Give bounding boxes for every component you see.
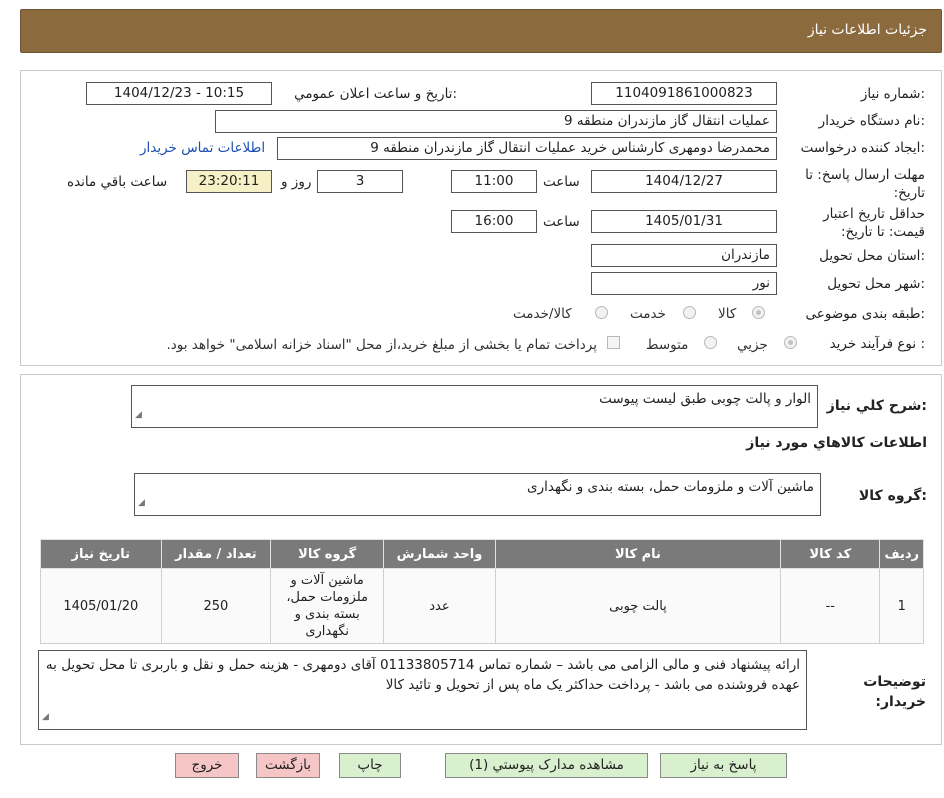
cell-name: پالت چوبی	[494, 568, 782, 644]
buyer-org-label: نام دستگاه خریدار:	[818, 113, 925, 129]
category-goods-service-option: کالا/خدمت	[513, 306, 572, 322]
category-service-radio[interactable]	[683, 306, 696, 319]
cell-qty: 250	[160, 568, 272, 644]
need-number-label: شماره نیاز:	[860, 86, 925, 102]
page-title: جزئیات اطلاعات نیاز	[807, 22, 927, 38]
category-goods-radio[interactable]	[752, 306, 765, 319]
table-row: 1 -- پالت چوبی عدد ماشین آلات و ملزومات …	[40, 568, 924, 644]
announce-datetime-label: تاریخ و ساعت اعلان عمومي:	[294, 86, 457, 102]
deadline-date-field: 1404/12/27	[591, 170, 777, 193]
time-remaining-label: ساعت باقي مانده	[67, 174, 168, 190]
col-qty-header: تعداد / مقدار	[160, 539, 272, 569]
exit-button[interactable]: خروج	[175, 753, 239, 778]
col-code-header: کد کالا	[780, 539, 881, 569]
goods-table: ردیف کد کالا نام کالا واحد شمارش گروه کا…	[40, 539, 924, 644]
request-creator-label: ایجاد کننده درخواست:	[800, 140, 925, 156]
announce-datetime-field: 1404/12/23 - 10:15	[86, 82, 272, 105]
process-medium-option: متوسط	[646, 337, 689, 353]
buyer-contact-link[interactable]: اطلاعات تماس خریدار	[140, 140, 265, 156]
time-remaining-field: 23:20:11	[186, 170, 272, 193]
buyer-notes-textarea: ارائه پیشنهاد فنی و مالی الزامی می باشد …	[38, 650, 807, 730]
category-goods-option: کالا	[718, 306, 737, 322]
process-medium-radio[interactable]	[704, 336, 717, 349]
delivery-province-label: استان محل تحویل:	[819, 248, 925, 264]
view-attachments-button[interactable]: مشاهده مدارک پیوستي (1)	[445, 753, 648, 778]
delivery-city-field: نور	[591, 272, 777, 295]
summary-textarea: الوار و پالت چوبی طبق لیست پیوست ◢	[131, 385, 818, 428]
cell-row: 1	[879, 568, 924, 644]
category-label: طبقه بندی موضوعی:	[805, 306, 925, 322]
days-remaining-field: 3	[317, 170, 403, 193]
resize-grip-icon[interactable]: ◢	[138, 494, 145, 513]
col-row-header: ردیف	[879, 539, 924, 569]
need-number-field: 1104091861000823	[591, 82, 777, 105]
price-validity-time-label: ساعت	[543, 214, 580, 230]
buyer-org-field: عملیات انتقال گاز مازندران منطقه 9	[215, 110, 777, 133]
treasury-payment-checkbox[interactable]	[607, 336, 620, 349]
col-date-header: تاریخ نیاز	[40, 539, 162, 569]
summary-text: الوار و پالت چوبی طبق لیست پیوست	[599, 391, 811, 407]
goods-info-title: اطلاعات کالاهاي مورد نیاز	[746, 435, 927, 451]
process-type-label: نوع فرآیند خرید :	[829, 336, 925, 352]
deadline-time-field: 11:00	[451, 170, 537, 193]
summary-label: شرح کلي نیاز:	[826, 398, 927, 414]
delivery-province-field: مازندران	[591, 244, 777, 267]
process-minor-radio[interactable]	[784, 336, 797, 349]
resize-grip-icon[interactable]: ◢	[135, 406, 142, 425]
cell-date: 1405/01/20	[40, 568, 162, 644]
goods-group-textarea: ماشین آلات و ملزومات حمل، بسته بندی و نگ…	[134, 473, 821, 516]
col-unit-header: واحد شمارش	[383, 539, 496, 569]
table-header-row: ردیف کد کالا نام کالا واحد شمارش گروه کا…	[40, 539, 924, 569]
delivery-city-label: شهر محل تحویل:	[827, 276, 925, 292]
category-goods-service-radio[interactable]	[595, 306, 608, 319]
cell-unit: عدد	[383, 568, 496, 644]
resize-grip-icon[interactable]: ◢	[42, 707, 49, 727]
reply-to-need-button[interactable]: پاسخ به نیاز	[660, 753, 787, 778]
deadline-time-label: ساعت	[543, 174, 580, 190]
buyer-notes-text: ارائه پیشنهاد فنی و مالی الزامی می باشد …	[45, 657, 800, 693]
days-label: روز و	[281, 174, 312, 190]
page-header: جزئیات اطلاعات نیاز	[20, 9, 942, 53]
col-name-header: نام کالا	[494, 539, 782, 569]
print-button[interactable]: چاپ	[339, 753, 401, 778]
cell-code: --	[780, 568, 881, 644]
goods-group-label: گروه کالا:	[858, 488, 927, 504]
treasury-payment-note: پرداخت تمام یا بخشی از مبلغ خرید،از محل …	[166, 337, 597, 353]
process-minor-option: جزیي	[737, 337, 768, 353]
deadline-label: مهلت ارسال پاسخ: تا تاریخ:	[805, 167, 925, 201]
price-validity-time-field: 16:00	[451, 210, 537, 233]
back-button[interactable]: بازگشت	[256, 753, 320, 778]
cell-group: ماشین آلات و ملزومات حمل، بسته بندی و نگ…	[270, 568, 385, 644]
price-validity-date-field: 1405/01/31	[591, 210, 777, 233]
col-group-header: گروه کالا	[270, 539, 385, 569]
request-creator-field: محمدرضا دومهری کارشناس خرید عملیات انتقا…	[277, 137, 777, 160]
buyer-notes-label: توضیحات خریدار:	[863, 674, 926, 710]
price-validity-label: حداقل تاریخ اعتبار قیمت: تا تاریخ:	[823, 206, 925, 240]
goods-group-text: ماشین آلات و ملزومات حمل، بسته بندی و نگ…	[527, 479, 814, 495]
category-service-option: خدمت	[630, 306, 666, 322]
